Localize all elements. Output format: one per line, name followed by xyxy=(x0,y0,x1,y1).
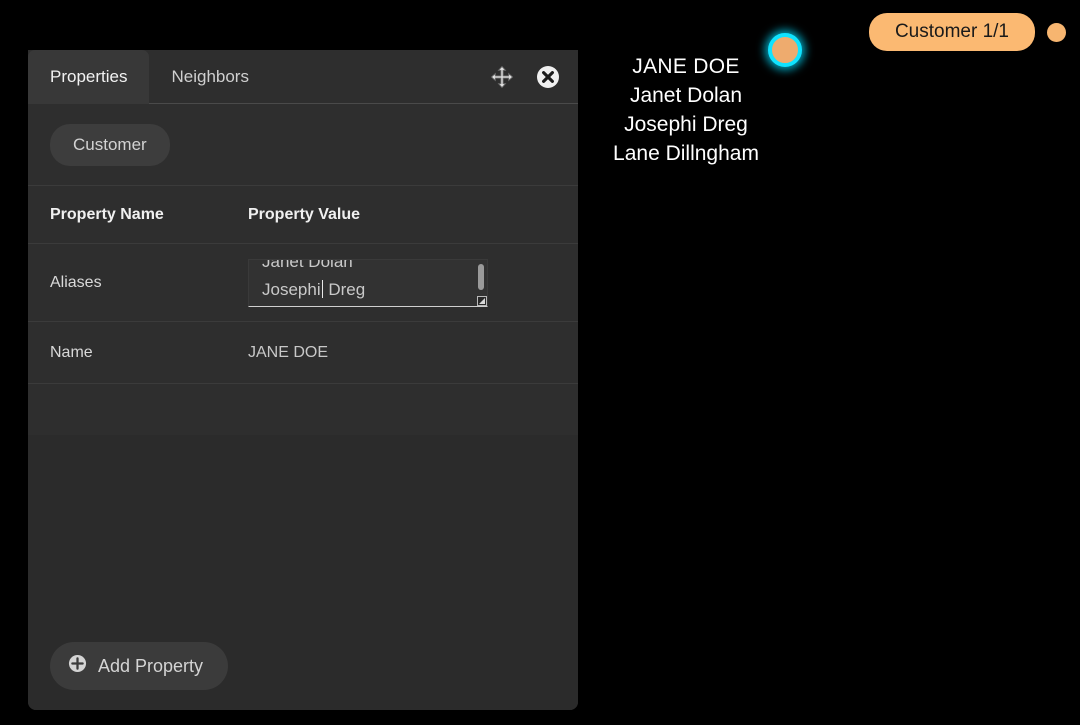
node-label-alias-1: Janet Dolan xyxy=(560,81,812,110)
aliases-textarea-scrollbar[interactable] xyxy=(478,264,484,290)
properties-panel: Properties Neighbors xyxy=(28,50,578,710)
properties-table: Property Name Property Value Aliases Jan… xyxy=(28,186,578,384)
panel-empty-area: Add Property xyxy=(28,435,578,710)
column-header-property-value: Property Value xyxy=(248,206,578,224)
node-label-alias-3: Lane Dillngham xyxy=(560,139,812,168)
tab-neighbors[interactable]: Neighbors xyxy=(149,50,271,103)
graph-node-labels: JANE DOE Janet Dolan Josephi Dreg Lane D… xyxy=(560,52,812,168)
property-value-name[interactable]: JANE DOE xyxy=(248,344,578,362)
node-label-alias-2: Josephi Dreg xyxy=(560,110,812,139)
property-value-aliases: Janet Dolan Josephi Dreg xyxy=(248,259,578,307)
table-header-row: Property Name Property Value xyxy=(28,186,578,244)
aliases-textarea-resize-handle[interactable] xyxy=(477,296,487,306)
aliases-textarea-content: Janet Dolan Josephi Dreg xyxy=(262,259,365,304)
panel-tabbar: Properties Neighbors xyxy=(28,50,578,104)
node-label-primary: JANE DOE xyxy=(560,52,812,81)
app-canvas: Properties Neighbors xyxy=(0,0,1080,725)
aliases-line-2-post: Dreg xyxy=(324,280,366,299)
column-header-property-name: Property Name xyxy=(28,206,248,224)
add-property-button[interactable]: Add Property xyxy=(50,642,228,690)
legend: Customer 1/1 xyxy=(869,13,1066,51)
close-circle-icon[interactable] xyxy=(536,65,560,89)
entity-type-chip[interactable]: Customer xyxy=(50,124,170,166)
aliases-line-2-pre: Josephi xyxy=(262,280,321,299)
table-row: Aliases Janet Dolan Josephi Dreg xyxy=(28,244,578,322)
move-cross-icon[interactable] xyxy=(490,65,514,89)
aliases-line-1: Janet Dolan xyxy=(262,259,365,276)
plus-circle-icon xyxy=(68,654,87,678)
aliases-textarea[interactable]: Janet Dolan Josephi Dreg xyxy=(248,259,488,307)
legend-customer-count[interactable]: Customer 1/1 xyxy=(869,13,1035,51)
entity-type-zone: Customer xyxy=(28,104,578,186)
tab-properties-label: Properties xyxy=(50,67,127,87)
aliases-line-2: Josephi Dreg xyxy=(262,276,365,304)
property-name-name: Name xyxy=(28,344,248,362)
add-property-label: Add Property xyxy=(98,656,203,677)
tab-properties[interactable]: Properties xyxy=(28,50,149,104)
property-name-aliases: Aliases xyxy=(28,274,248,292)
table-row: Name JANE DOE xyxy=(28,322,578,384)
text-caret xyxy=(322,280,323,298)
tab-neighbors-label: Neighbors xyxy=(171,67,249,87)
legend-color-dot xyxy=(1047,23,1066,42)
